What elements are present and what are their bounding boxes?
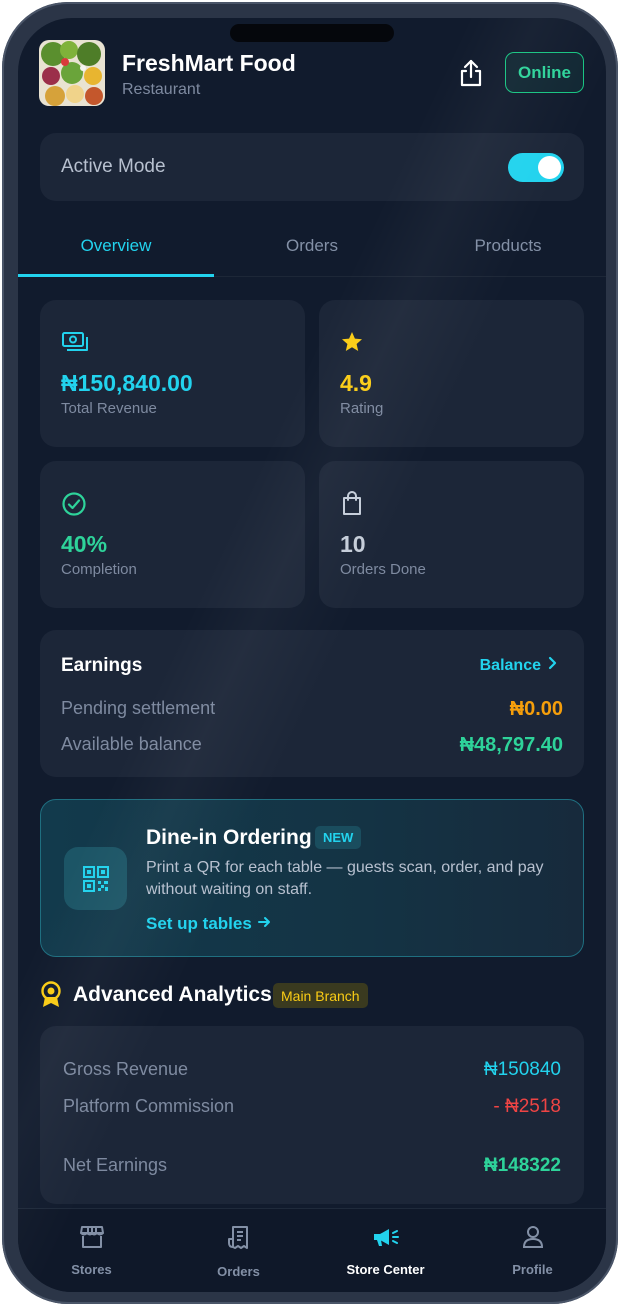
nav-item-orders[interactable]: Orders bbox=[165, 1225, 312, 1279]
dine-in-promo-card[interactable]: Dine-in Ordering NEW Print a QR for each… bbox=[40, 799, 584, 957]
phone-frame: FreshMart Food Restaurant Online Active … bbox=[2, 2, 618, 1304]
stat-card-orders-done[interactable]: 10 Orders Done bbox=[319, 461, 584, 608]
camera-notch bbox=[230, 24, 394, 42]
user-icon bbox=[522, 1225, 544, 1254]
platform-commission-label: Platform Commission bbox=[63, 1096, 235, 1116]
net-earnings-label: Net Earnings bbox=[63, 1155, 168, 1175]
stat-label: Total Revenue bbox=[61, 400, 157, 417]
set-up-tables-link[interactable]: Set up tables bbox=[146, 914, 271, 934]
nav-item-stores[interactable]: Stores bbox=[18, 1225, 165, 1277]
stat-value: 4.9 bbox=[340, 370, 372, 396]
tab-active-indicator bbox=[18, 274, 214, 277]
store-logo bbox=[39, 40, 105, 106]
stat-label: Completion bbox=[61, 561, 137, 578]
active-mode-toggle[interactable] bbox=[508, 153, 564, 182]
nav-label: Orders bbox=[217, 1264, 260, 1279]
tab-products[interactable]: Products bbox=[410, 236, 606, 256]
platform-commission-value: - ₦2518 bbox=[493, 1096, 561, 1117]
nav-item-profile[interactable]: Profile bbox=[459, 1225, 606, 1277]
balance-link[interactable]: Balance bbox=[480, 656, 557, 675]
nav-item-store-center[interactable]: Store Center bbox=[312, 1225, 459, 1277]
available-balance-value: ₦48,797.40 bbox=[459, 734, 563, 756]
arrow-right-icon bbox=[257, 914, 271, 934]
star-icon bbox=[340, 330, 364, 359]
nav-label: Store Center bbox=[346, 1262, 425, 1277]
award-icon bbox=[39, 981, 63, 1014]
analytics-card: Gross Revenue ₦150840 Platform Commissio… bbox=[40, 1026, 584, 1204]
bottom-nav: Stores Orders Store Center Profile bbox=[18, 1208, 606, 1292]
stat-value: 10 bbox=[340, 531, 366, 557]
dine-in-description: Print a QR for each table — guests scan,… bbox=[146, 859, 544, 898]
gross-revenue-value: ₦150840 bbox=[483, 1059, 561, 1080]
store-icon bbox=[79, 1225, 105, 1254]
chevron-right-icon bbox=[547, 656, 557, 675]
pending-settlement-value: ₦0.00 bbox=[509, 698, 563, 720]
balance-link-label: Balance bbox=[479, 656, 541, 674]
money-icon bbox=[61, 330, 89, 359]
stat-label: Rating bbox=[340, 400, 384, 417]
nav-label: Profile bbox=[512, 1262, 553, 1277]
stat-label: Orders Done bbox=[340, 561, 426, 578]
dine-in-title: Dine-in Ordering bbox=[146, 826, 312, 849]
stat-value: ₦150,840.00 bbox=[61, 370, 193, 396]
active-mode-label: Active Mode bbox=[61, 156, 166, 177]
nav-label: Stores bbox=[71, 1262, 112, 1277]
store-name: FreshMart Food bbox=[122, 50, 296, 76]
app-screen: FreshMart Food Restaurant Online Active … bbox=[18, 18, 606, 1292]
store-type: Restaurant bbox=[122, 81, 201, 98]
toggle-knob bbox=[538, 156, 561, 179]
megaphone-icon bbox=[372, 1225, 400, 1254]
qr-code-icon bbox=[64, 847, 127, 910]
check-circle-icon bbox=[61, 491, 87, 522]
share-icon[interactable] bbox=[458, 58, 484, 93]
gross-revenue-label: Gross Revenue bbox=[63, 1059, 189, 1079]
receipt-icon bbox=[227, 1225, 251, 1256]
online-status-button[interactable]: Online bbox=[505, 52, 584, 93]
available-balance-label: Available balance bbox=[61, 734, 202, 754]
earnings-title: Earnings bbox=[61, 655, 143, 676]
tab-orders[interactable]: Orders bbox=[214, 236, 410, 256]
earnings-card: Earnings Balance Pending settlement ₦0.0… bbox=[40, 630, 584, 777]
stat-card-completion[interactable]: 40% Completion bbox=[40, 461, 305, 608]
stat-card-revenue[interactable]: ₦150,840.00 Total Revenue bbox=[40, 300, 305, 447]
new-badge: NEW bbox=[315, 826, 362, 849]
net-earnings-value: ₦148322 bbox=[483, 1155, 561, 1176]
tab-overview[interactable]: Overview bbox=[18, 236, 214, 256]
active-mode-card: Active Mode bbox=[40, 133, 584, 201]
stat-value: 40% bbox=[61, 531, 108, 557]
stat-card-rating[interactable]: 4.9 Rating bbox=[319, 300, 584, 447]
shopping-bag-icon bbox=[340, 491, 364, 522]
pending-settlement-label: Pending settlement bbox=[61, 698, 216, 718]
analytics-title: Advanced Analytics bbox=[73, 983, 272, 1006]
branch-badge[interactable]: Main Branch bbox=[273, 983, 368, 1008]
set-up-tables-label: Set up tables bbox=[146, 914, 252, 933]
